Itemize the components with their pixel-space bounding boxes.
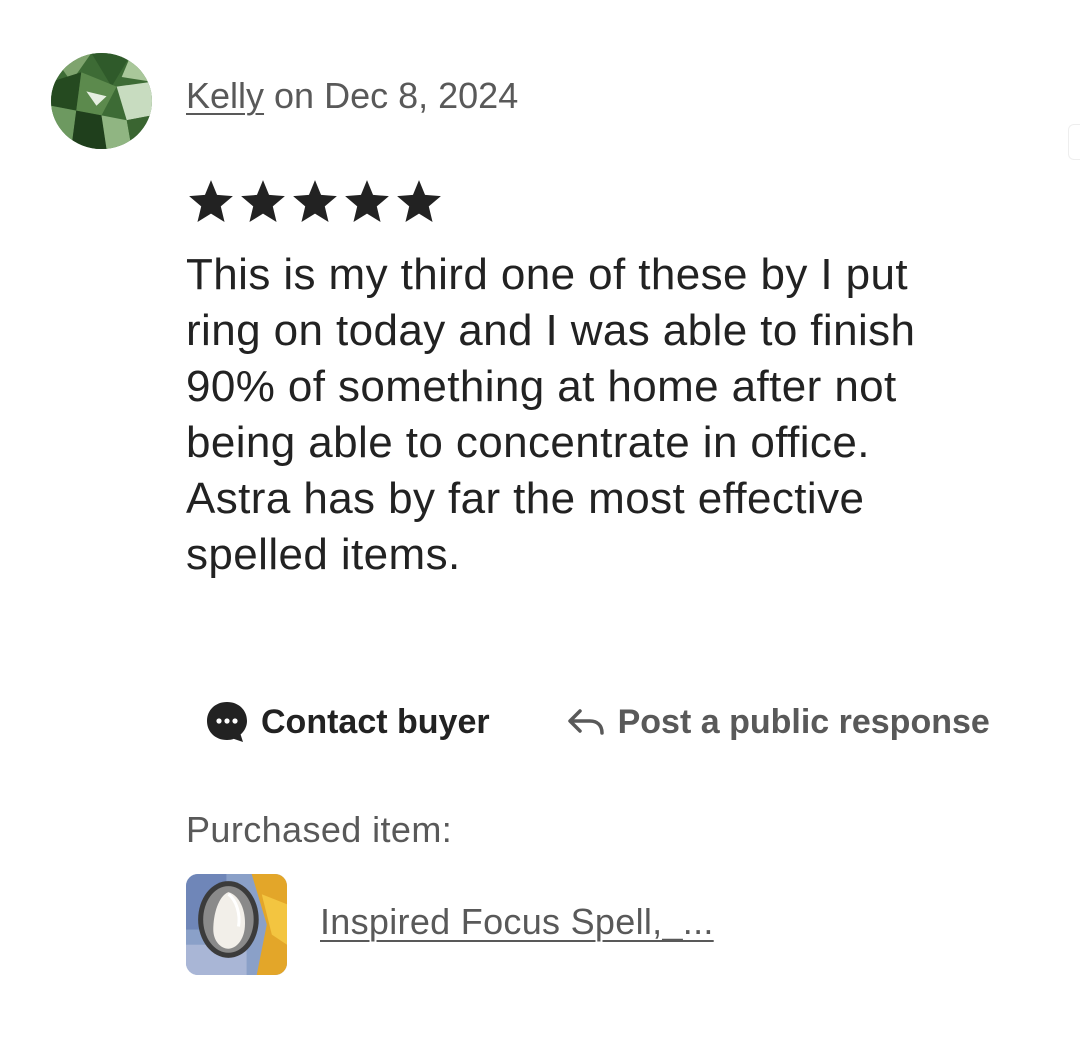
- star-rating: [186, 177, 444, 227]
- purchased-item-label: Purchased item:: [186, 809, 453, 850]
- review-text-line: spelled items.: [186, 530, 461, 579]
- reviewer-avatar[interactable]: [51, 53, 152, 149]
- reply-arrow-icon: [566, 705, 606, 739]
- reviewer-name-link[interactable]: Kelly: [186, 75, 264, 116]
- review-date: on Dec 8, 2024: [264, 75, 519, 116]
- post-public-response-button[interactable]: Post a public response: [566, 703, 990, 742]
- contact-buyer-label: Contact buyer: [261, 702, 490, 741]
- star-icon: [293, 180, 337, 222]
- star-icon: [345, 180, 389, 222]
- review-text-line: ring on today and I was able to finish: [186, 306, 916, 355]
- review-text-line: being able to concentrate in office.: [186, 418, 870, 467]
- review-text-line: 90% of something at home after not: [186, 362, 897, 411]
- star-icon: [397, 180, 441, 222]
- review-byline: Kelly on Dec 8, 2024: [186, 74, 518, 118]
- review-text-line: Astra has by far the most effective: [186, 474, 865, 523]
- scroll-edge-handle: [1068, 124, 1080, 160]
- purchased-item-link[interactable]: Inspired Focus Spell,_...: [320, 900, 714, 944]
- post-public-response-label: Post a public response: [617, 702, 990, 741]
- review-text-line: This is my third one of these by I put: [186, 250, 908, 299]
- contact-buyer-button[interactable]: Contact buyer: [205, 700, 490, 744]
- star-icon: [241, 180, 285, 222]
- purchased-item-thumbnail[interactable]: [186, 874, 287, 975]
- review-text: This is my third one of these by I put ri…: [186, 247, 1016, 583]
- chat-bubble-icon: [205, 700, 249, 744]
- star-icon: [189, 180, 233, 222]
- review-actions: Contact buyer Post a public response: [205, 695, 990, 749]
